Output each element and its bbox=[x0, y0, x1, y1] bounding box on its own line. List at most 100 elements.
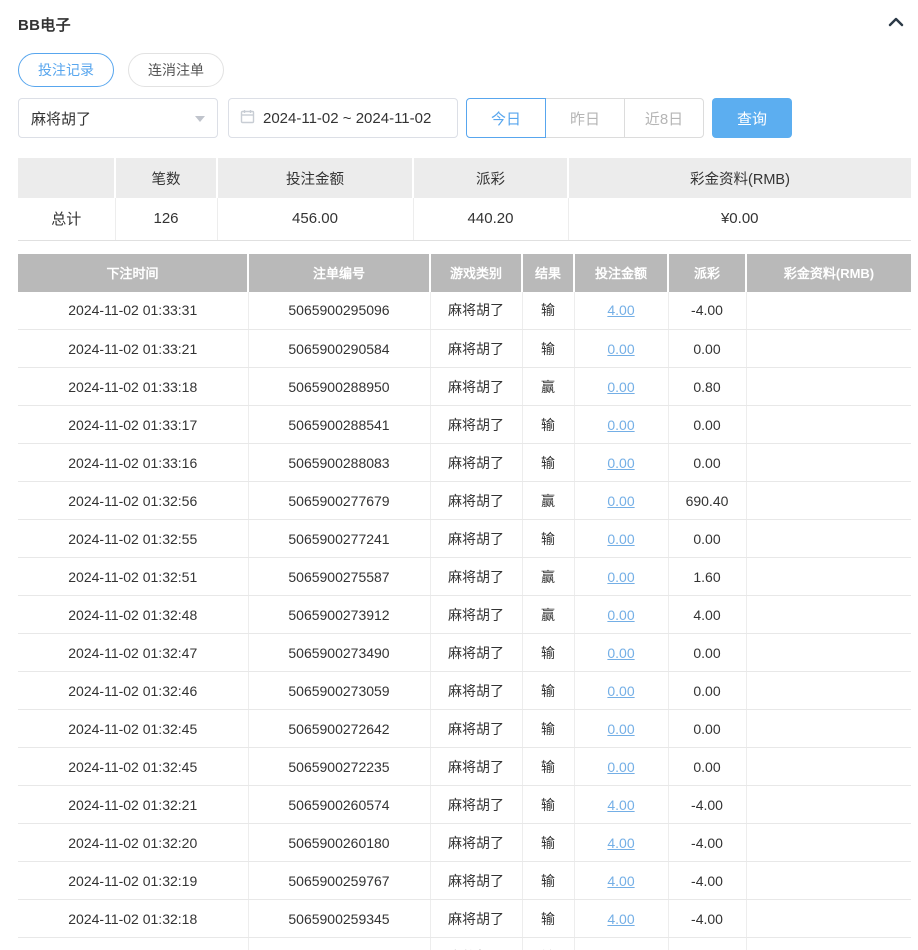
payout-cell: -4.00 bbox=[668, 900, 746, 938]
bet-amount-cell: 4.00 bbox=[574, 938, 668, 950]
game-select[interactable]: 麻将胡了 bbox=[18, 98, 218, 138]
bet-amount-cell: 0.00 bbox=[574, 596, 668, 634]
payout-cell: -4.00 bbox=[668, 292, 746, 330]
page-title: BB电子 bbox=[18, 14, 71, 35]
game-type-cell: 麻将胡了 bbox=[430, 330, 522, 368]
bet-amount-link[interactable]: 4.00 bbox=[607, 835, 634, 851]
bet-amount-link[interactable]: 0.00 bbox=[607, 721, 634, 737]
quick-today-button[interactable]: 今日 bbox=[466, 98, 546, 138]
result-cell: 输 bbox=[522, 786, 574, 824]
bet-amount-cell: 0.00 bbox=[574, 482, 668, 520]
order-number-cell: 5065900272642 bbox=[248, 710, 430, 748]
payout-cell: -4.00 bbox=[668, 938, 746, 950]
bet-amount-link[interactable]: 0.00 bbox=[607, 645, 634, 661]
bet-time-cell: 2024-11-02 01:33:31 bbox=[18, 292, 248, 330]
game-type-cell: 麻将胡了 bbox=[430, 292, 522, 330]
bet-amount-cell: 0.00 bbox=[574, 634, 668, 672]
bonus-cell bbox=[746, 938, 911, 950]
summary-total-bet-amount: 456.00 bbox=[217, 198, 413, 240]
bet-amount-cell: 4.00 bbox=[574, 900, 668, 938]
bet-amount-link[interactable]: 4.00 bbox=[607, 302, 634, 318]
order-number-cell: 5065900295096 bbox=[248, 292, 430, 330]
game-type-cell: 麻将胡了 bbox=[430, 558, 522, 596]
bonus-cell bbox=[746, 444, 911, 482]
result-cell: 输 bbox=[522, 672, 574, 710]
filter-bar: 麻将胡了 2024-11-02 ~ 2024-11-02 今日 昨日 近8日 查… bbox=[18, 98, 911, 138]
bet-amount-link[interactable]: 4.00 bbox=[607, 911, 634, 927]
bonus-cell bbox=[746, 330, 911, 368]
bet-amount-link[interactable]: 4.00 bbox=[607, 797, 634, 813]
order-number-cell: 5065900260180 bbox=[248, 824, 430, 862]
bet-amount-link[interactable]: 0.00 bbox=[607, 379, 634, 395]
result-cell: 赢 bbox=[522, 596, 574, 634]
bet-amount-cell: 4.00 bbox=[574, 862, 668, 900]
bet-time-cell: 2024-11-02 01:32:55 bbox=[18, 520, 248, 558]
bet-amount-link[interactable]: 0.00 bbox=[607, 759, 634, 775]
bet-time-cell: 2024-11-02 01:32:47 bbox=[18, 634, 248, 672]
bet-time-cell: 2024-11-02 01:33:16 bbox=[18, 444, 248, 482]
bet-amount-link[interactable]: 4.00 bbox=[607, 873, 634, 889]
bonus-cell bbox=[746, 900, 911, 938]
game-type-cell: 麻将胡了 bbox=[430, 596, 522, 634]
col-header-result: 结果 bbox=[522, 254, 574, 292]
table-row: 2024-11-02 01:33:31 5065900295096 麻将胡了 输… bbox=[18, 292, 911, 330]
search-button[interactable]: 查询 bbox=[712, 98, 792, 138]
result-cell: 输 bbox=[522, 406, 574, 444]
table-row: 2024-11-02 01:33:21 5065900290584 麻将胡了 输… bbox=[18, 330, 911, 368]
bet-amount-link[interactable]: 0.00 bbox=[607, 683, 634, 699]
game-type-cell: 麻将胡了 bbox=[430, 520, 522, 558]
summary-header-bet-amount: 投注金额 bbox=[217, 158, 413, 198]
order-number-cell: 5065900277679 bbox=[248, 482, 430, 520]
game-type-cell: 麻将胡了 bbox=[430, 710, 522, 748]
bet-amount-link[interactable]: 0.00 bbox=[607, 417, 634, 433]
game-type-cell: 麻将胡了 bbox=[430, 368, 522, 406]
bonus-cell bbox=[746, 482, 911, 520]
payout-cell: 0.00 bbox=[668, 444, 746, 482]
payout-cell: -4.00 bbox=[668, 786, 746, 824]
result-cell: 输 bbox=[522, 938, 574, 950]
bet-amount-link[interactable]: 0.00 bbox=[607, 455, 634, 471]
order-number-cell: 5065900275587 bbox=[248, 558, 430, 596]
summary-total-bonus: ¥0.00 bbox=[568, 198, 911, 240]
tab-cancelled-orders[interactable]: 连消注单 bbox=[128, 53, 224, 87]
result-cell: 赢 bbox=[522, 482, 574, 520]
result-cell: 输 bbox=[522, 520, 574, 558]
bet-amount-link[interactable]: 0.00 bbox=[607, 607, 634, 623]
bonus-cell bbox=[746, 520, 911, 558]
bet-time-cell: 2024-11-02 01:32:51 bbox=[18, 558, 248, 596]
panel-header: BB电子 bbox=[18, 11, 911, 37]
order-number-cell: 5065900259767 bbox=[248, 862, 430, 900]
payout-cell: 0.00 bbox=[668, 330, 746, 368]
game-type-cell: 麻将胡了 bbox=[430, 938, 522, 950]
bet-time-cell: 2024-11-02 01:32:48 bbox=[18, 596, 248, 634]
bet-time-cell: 2024-11-02 01:32:21 bbox=[18, 786, 248, 824]
bonus-cell bbox=[746, 292, 911, 330]
table-row: 2024-11-02 01:33:18 5065900288950 麻将胡了 赢… bbox=[18, 368, 911, 406]
order-number-cell: 5065900273490 bbox=[248, 634, 430, 672]
quick-last8days-button[interactable]: 近8日 bbox=[624, 98, 704, 138]
game-type-cell: 麻将胡了 bbox=[430, 786, 522, 824]
collapse-button[interactable] bbox=[887, 15, 905, 34]
quick-yesterday-button[interactable]: 昨日 bbox=[545, 98, 625, 138]
order-number-cell: 5065900288083 bbox=[248, 444, 430, 482]
col-header-bonus: 彩金资料(RMB) bbox=[746, 254, 911, 292]
summary-header-payout: 派彩 bbox=[413, 158, 568, 198]
bet-records-panel: BB电子 投注记录 连消注单 麻将胡了 2024-11-02 ~ 2024-11… bbox=[0, 0, 918, 950]
date-range-picker[interactable]: 2024-11-02 ~ 2024-11-02 bbox=[228, 98, 458, 138]
bet-amount-cell: 4.00 bbox=[574, 824, 668, 862]
bonus-cell bbox=[746, 634, 911, 672]
order-number-cell: 5065900272235 bbox=[248, 748, 430, 786]
result-cell: 输 bbox=[522, 748, 574, 786]
game-type-cell: 麻将胡了 bbox=[430, 748, 522, 786]
bet-amount-link[interactable]: 0.00 bbox=[607, 569, 634, 585]
bet-time-cell: 2024-11-02 01:33:18 bbox=[18, 368, 248, 406]
bet-amount-link[interactable]: 0.00 bbox=[607, 531, 634, 547]
game-type-cell: 麻将胡了 bbox=[430, 482, 522, 520]
order-number-cell: 5065900277241 bbox=[248, 520, 430, 558]
tab-bet-records[interactable]: 投注记录 bbox=[18, 53, 114, 87]
game-type-cell: 麻将胡了 bbox=[430, 900, 522, 938]
bet-amount-link[interactable]: 0.00 bbox=[607, 341, 634, 357]
bet-amount-link[interactable]: 0.00 bbox=[607, 493, 634, 509]
bet-time-cell: 2024-11-02 01:32:18 bbox=[18, 900, 248, 938]
table-row: 2024-11-02 01:32:45 5065900272235 麻将胡了 输… bbox=[18, 748, 911, 786]
